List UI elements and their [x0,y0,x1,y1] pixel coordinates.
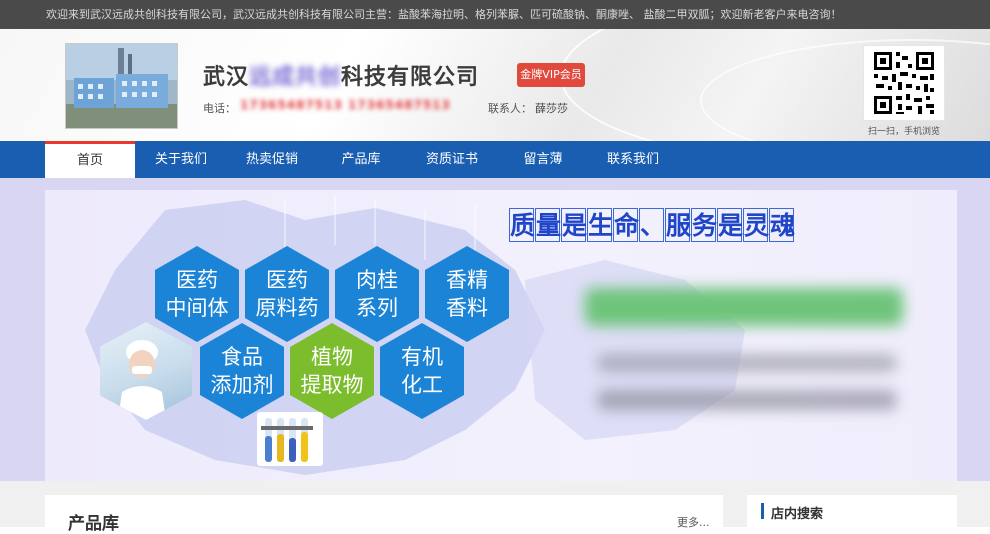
factory-photo [66,44,177,128]
hex-line-2: 中间体 [165,296,229,320]
test-tubes-icon [261,418,313,462]
slogan-char: 服 [665,208,691,242]
company-name-redacted: 远成共创 [249,65,342,90]
company-name-prefix: 武汉 [203,65,250,90]
hex-line-2: 系列 [356,296,398,320]
company-name-suffix: 科技有限公司 [341,65,480,90]
test-tubes-image [257,412,323,466]
company-name: 武汉远成共创科技有限公司 [203,59,479,91]
redacted-banner-line [597,390,897,410]
qr-caption: 扫一扫，手机浏览 [867,127,940,137]
slogan-char: 生 [587,208,613,242]
qr-code [863,45,945,121]
contact-name: 薛莎莎 [535,102,568,115]
nav-item-products[interactable]: 产品库 [317,141,405,178]
hex-line-1: 医药 [266,268,308,292]
company-logo-image[interactable] [65,43,178,129]
products-panel [45,495,723,527]
hex-line-1: 医药 [176,268,218,292]
hex-line-1: 食品 [221,345,263,369]
phone-label: 电话： [203,102,236,115]
vip-badge: 金牌VIP会员 [517,63,585,87]
hex-line-2: 香料 [446,296,488,320]
more-link[interactable]: 更多... [677,514,710,530]
qr-code-icon [874,52,934,114]
hex-line-2: 添加剂 [210,373,274,397]
hex-line-2: 化工 [401,373,443,397]
section-marker [761,503,764,519]
slogan-char: 质 [509,208,535,242]
nav-item-contact[interactable]: 联系我们 [587,141,679,178]
hex-line-1: 香精 [446,268,488,292]
redacted-banner-headline [585,288,903,326]
banner-map-decoration [85,195,745,475]
slogan-char: 量 [535,208,561,242]
phone-number-redacted: 17365487513 17365487513 [240,98,451,112]
slogan-char: 魂 [769,208,795,242]
banner-slogan: 质 量 是 生 命 、 服 务 是 灵 魂 [509,208,795,242]
slogan-char: 是 [717,208,743,242]
nav-item-about[interactable]: 关于我们 [135,141,227,178]
hex-line-1: 肉桂 [356,268,398,292]
shop-header: 武汉远成共创科技有限公司 金牌VIP会员 电话： 17365487513 173… [0,29,990,141]
store-search-title: 店内搜索 [771,507,824,522]
hex-line-2: 原料药 [255,296,319,320]
promo-banner[interactable]: 医药中间体 医药原料药 肉桂系列 香精香料 食品添加剂 植物提取物 有机化工 [45,190,957,481]
top-welcome-bar: 欢迎来到武汉远成共创科技有限公司，武汉远成共创科技有限公司主营：盐酸苯海拉明、格… [0,0,990,29]
hex-line-1: 有机 [401,345,443,369]
nav-item-promotions[interactable]: 热卖促销 [227,141,317,178]
hex-line-2: 提取物 [300,373,364,397]
main-nav: 首页 关于我们 热卖促销 产品库 资质证书 留言薄 联系我们 [0,141,990,178]
contact-label: 联系人： [488,102,532,115]
hex-line-1: 植物 [311,345,353,369]
nav-item-home[interactable]: 首页 [45,141,135,178]
slogan-char: 务 [691,208,717,242]
nav-item-guestbook[interactable]: 留言薄 [499,141,587,178]
slogan-char: 命 [613,208,639,242]
products-title: 产品库 [68,514,119,534]
slogan-char: 是 [561,208,587,242]
slogan-char: 、 [639,208,665,242]
welcome-text: 欢迎来到武汉远成共创科技有限公司，武汉远成共创科技有限公司主营：盐酸苯海拉明、格… [46,8,842,21]
nav-item-certificates[interactable]: 资质证书 [405,141,499,178]
slogan-char: 灵 [743,208,769,242]
redacted-banner-line [597,354,897,372]
